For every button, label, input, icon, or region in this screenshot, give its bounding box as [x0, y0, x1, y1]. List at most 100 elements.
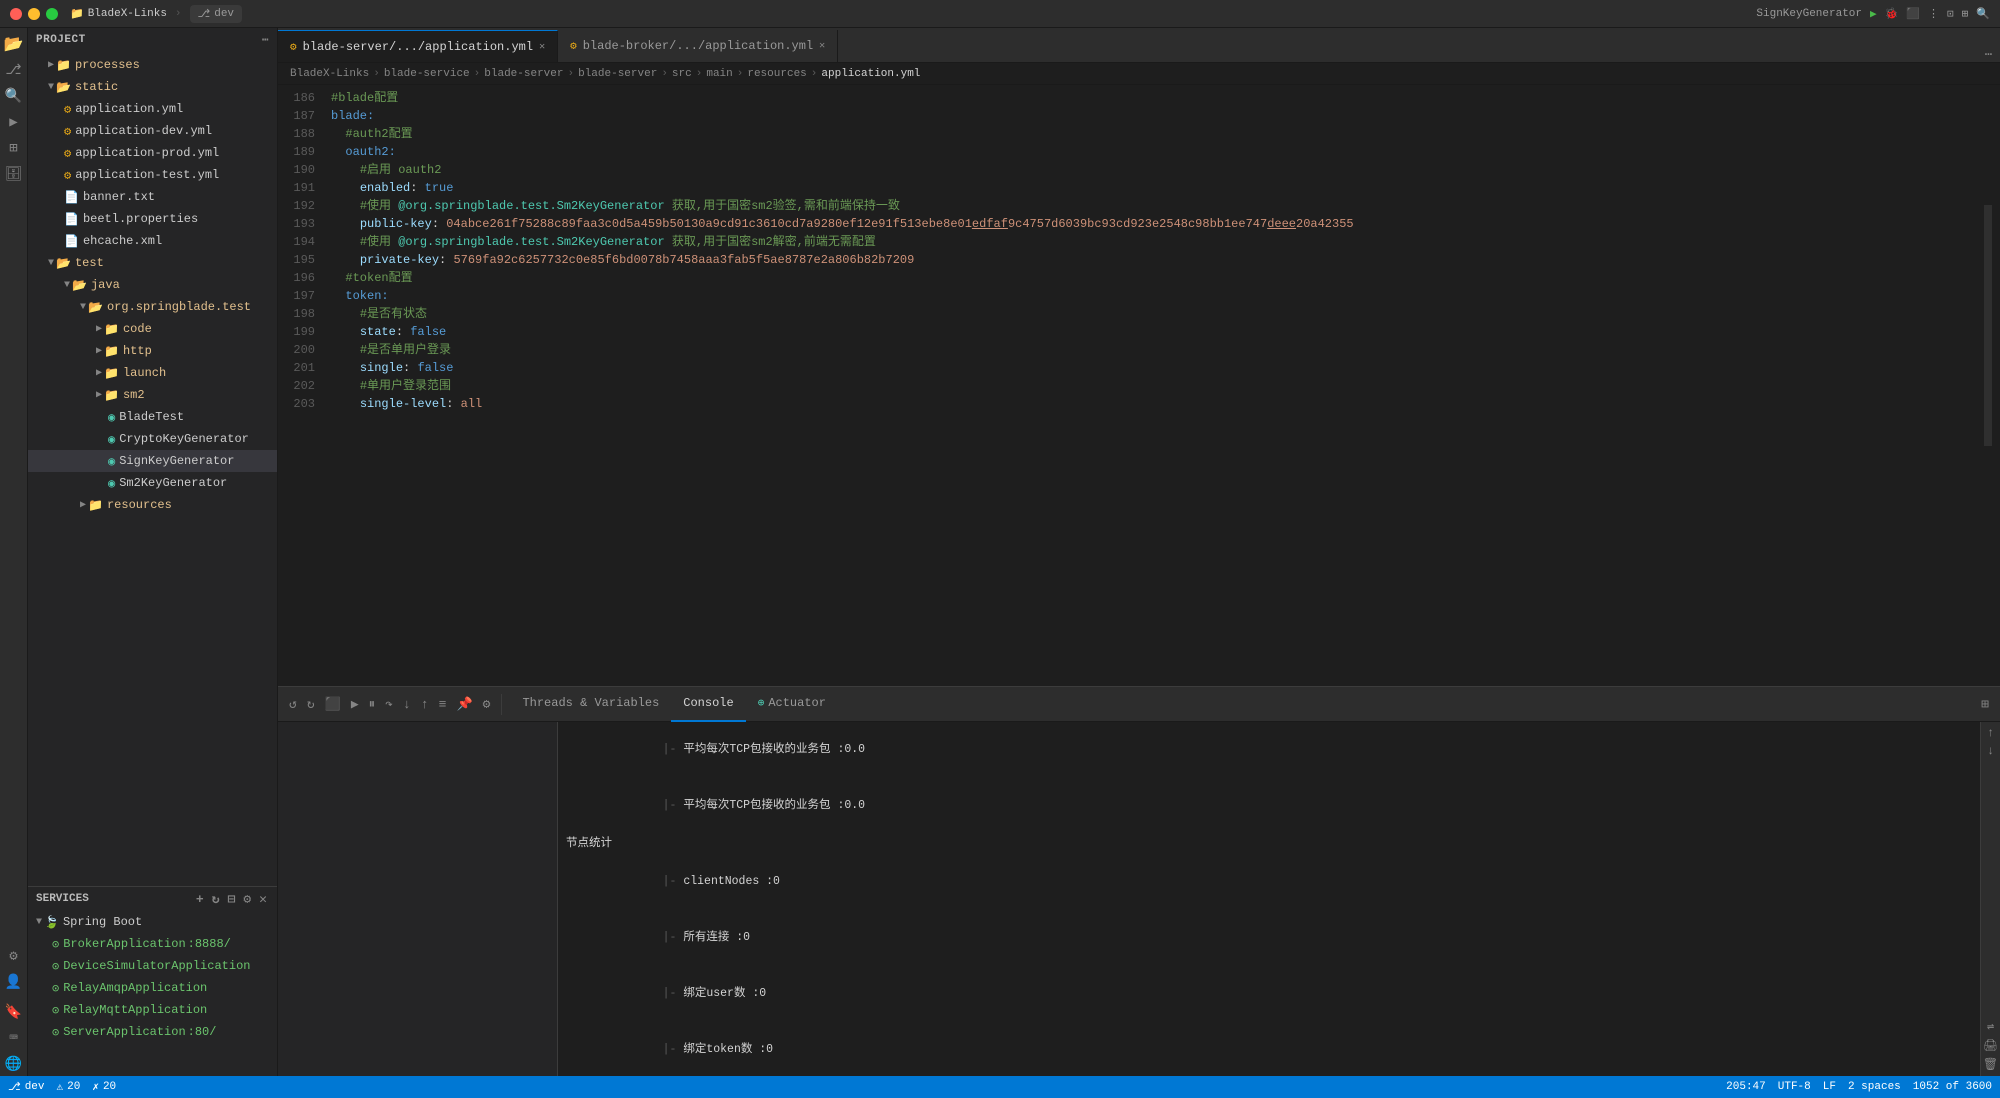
branch-label[interactable]: ⎇ dev: [190, 5, 243, 23]
prp-wrap[interactable]: ⇌: [1987, 1019, 1994, 1034]
database-icon[interactable]: 🗄: [2, 162, 26, 186]
prp-down[interactable]: ↓: [1987, 744, 1994, 758]
tree-item-ehcache[interactable]: 📄 ehcache.xml: [28, 230, 277, 252]
breadcrumb-item-3[interactable]: blade-server: [578, 68, 657, 80]
breadcrumb-item-4[interactable]: src: [672, 68, 692, 80]
tree-item-sm2[interactable]: ▶ 📁 sm2: [28, 384, 277, 406]
terminal-icon[interactable]: ⌨: [2, 1026, 26, 1050]
tree-item-static[interactable]: ▼ 📂 static: [28, 76, 277, 98]
spring-boot-group[interactable]: ▼ 🍃 Spring Boot: [28, 911, 277, 933]
tree-item-banner[interactable]: 📄 banner.txt: [28, 186, 277, 208]
status-line-col[interactable]: 205:47: [1726, 1081, 1766, 1093]
services-settings[interactable]: ⚙: [241, 890, 253, 909]
prp-up[interactable]: ↑: [1987, 726, 1994, 740]
service-device[interactable]: ⊙ DeviceSimulatorApplication: [28, 955, 277, 977]
panel-stop-btn[interactable]: ⬛: [322, 694, 344, 715]
prp-print[interactable]: 🖨: [1983, 1038, 1998, 1053]
tree-item-sm2-key[interactable]: ◉ Sm2KeyGenerator: [28, 472, 277, 494]
panel-pause-btn[interactable]: ⏸: [366, 694, 379, 715]
panel-step-over[interactable]: ↷: [382, 694, 396, 715]
extensions-icon[interactable]: ⊞: [2, 136, 26, 160]
explorer-icon[interactable]: 📂: [2, 32, 26, 56]
status-eol[interactable]: LF: [1823, 1081, 1836, 1093]
tab-close-0[interactable]: ✕: [539, 41, 545, 53]
tab-close-1[interactable]: ✕: [819, 40, 825, 52]
tab-console[interactable]: Console: [671, 687, 745, 722]
more-actions[interactable]: ⋮: [1928, 7, 1939, 21]
service-broker[interactable]: ⊙ BrokerApplication :8888/: [28, 933, 277, 955]
status-line-count[interactable]: 1052 of 3600: [1913, 1081, 1992, 1093]
tree-item-blade-test[interactable]: ◉ BladeTest: [28, 406, 277, 428]
code-editor[interactable]: #blade配置 blade: #auth2配置 oauth2: #启用 oau…: [323, 85, 1984, 686]
search-icon[interactable]: 🔍: [2, 84, 26, 108]
tree-item-app-test-yml[interactable]: ⚙ application-test.yml: [28, 164, 277, 186]
console-output[interactable]: |- 平均每次TCP包接收的业务包 :0.0 |- 平均每次TCP包接收的业务包…: [558, 722, 1980, 1076]
tree-item-test[interactable]: ▼ 📂 test: [28, 252, 277, 274]
minimize-btn[interactable]: [28, 8, 40, 20]
tree-item-http[interactable]: ▶ 📁 http: [28, 340, 277, 362]
status-branch[interactable]: ⎇ dev: [8, 1080, 45, 1094]
settings-icon[interactable]: ⚙: [2, 944, 26, 968]
status-errors[interactable]: ✗ 20: [92, 1080, 116, 1094]
services-close[interactable]: ✕: [257, 890, 269, 909]
prp-clear[interactable]: 🗑: [1983, 1057, 1998, 1072]
editor-scrollbar[interactable]: [1992, 85, 2000, 686]
panel-step-out[interactable]: ↑: [418, 694, 432, 715]
service-server[interactable]: ⊙ ServerApplication :80/: [28, 1021, 277, 1043]
services-add[interactable]: +: [194, 890, 206, 909]
run-config-label[interactable]: SignKeyGenerator: [1756, 8, 1862, 20]
sidebar-menu-icon[interactable]: ⋯: [262, 33, 269, 47]
breadcrumb-item-0[interactable]: BladeX-Links: [290, 68, 369, 80]
window-max[interactable]: ⊞: [1962, 7, 1969, 21]
tab-1[interactable]: ⚙ blade-broker/.../application.yml ✕: [558, 30, 838, 62]
tree-item-resources[interactable]: ▶ 📁 resources: [28, 494, 277, 516]
tree-item-code[interactable]: ▶ 📁 code: [28, 318, 277, 340]
panel-evaluate[interactable]: ≡: [436, 694, 450, 715]
service-relay-amqp[interactable]: ⊙ RelayAmqpApplication: [28, 977, 277, 999]
panel-resume-btn[interactable]: ▶: [348, 694, 362, 715]
account-icon[interactable]: 👤: [2, 970, 26, 994]
tree-item-sign-key[interactable]: ◉ SignKeyGenerator: [28, 450, 277, 472]
debug-button[interactable]: 🐞: [1885, 7, 1899, 21]
breadcrumb-item-2[interactable]: blade-server: [484, 68, 563, 80]
breadcrumb-item-1[interactable]: blade-service: [384, 68, 470, 80]
status-indent[interactable]: 2 spaces: [1848, 1081, 1901, 1093]
status-encoding[interactable]: UTF-8: [1778, 1081, 1811, 1093]
breadcrumb-item-6[interactable]: resources: [747, 68, 806, 80]
panel-settings2[interactable]: ⚙: [480, 694, 494, 715]
service-relay-mqtt[interactable]: ⊙ RelayMqttApplication: [28, 999, 277, 1021]
tab-actuator[interactable]: ⊕ Actuator: [746, 687, 838, 722]
panel-pin[interactable]: 📌: [453, 694, 475, 715]
tree-item-java[interactable]: ▼ 📂 java: [28, 274, 277, 296]
search-everywhere[interactable]: 🔍: [1976, 7, 1990, 21]
breadcrumb-item-5[interactable]: main: [706, 68, 732, 80]
project-label[interactable]: 📁 BladeX-Links: [70, 7, 167, 21]
tree-item-app-prod-yml[interactable]: ⚙ application-prod.yml: [28, 142, 277, 164]
tree-item-app-dev-yml[interactable]: ⚙ application-dev.yml: [28, 120, 277, 142]
git-icon[interactable]: ⎇: [2, 58, 26, 82]
structure-icon[interactable]: 🌐: [2, 1052, 26, 1076]
panel-restart-btn[interactable]: ↺: [286, 694, 300, 715]
panel-layout-btn[interactable]: ⊞: [1978, 694, 1992, 715]
panel-step-in[interactable]: ↓: [400, 694, 414, 715]
maximize-btn[interactable]: [46, 8, 58, 20]
tree-item-beetl[interactable]: 📄 beetl.properties: [28, 208, 277, 230]
run-button[interactable]: ▶: [1870, 7, 1877, 21]
bookmark-icon[interactable]: 🔖: [2, 1000, 26, 1024]
tree-item-app-yml[interactable]: ⚙ application.yml: [28, 98, 277, 120]
tabs-more[interactable]: ⋯: [1985, 47, 1992, 62]
tree-item-crypto-key[interactable]: ◉ CryptoKeyGenerator: [28, 428, 277, 450]
close-btn[interactable]: [10, 8, 22, 20]
tree-item-processes[interactable]: ▶ 📁 processes: [28, 54, 277, 76]
services-refresh[interactable]: ↻: [210, 890, 222, 909]
window-min[interactable]: ⊡: [1947, 7, 1954, 21]
breadcrumb-item-7[interactable]: application.yml: [821, 68, 920, 80]
tree-item-launch[interactable]: ▶ 📁 launch: [28, 362, 277, 384]
tab-0[interactable]: ⚙ blade-server/.../application.yml ✕: [278, 30, 558, 62]
services-collapse[interactable]: ⊟: [226, 890, 238, 909]
status-warnings[interactable]: ⚠ 20: [57, 1080, 81, 1094]
run-debug-icon[interactable]: ▶: [2, 110, 26, 134]
tab-threads[interactable]: Threads & Variables: [510, 687, 671, 722]
panel-rerun-btn[interactable]: ↻: [304, 694, 318, 715]
stop-button[interactable]: ⬛: [1906, 7, 1920, 21]
